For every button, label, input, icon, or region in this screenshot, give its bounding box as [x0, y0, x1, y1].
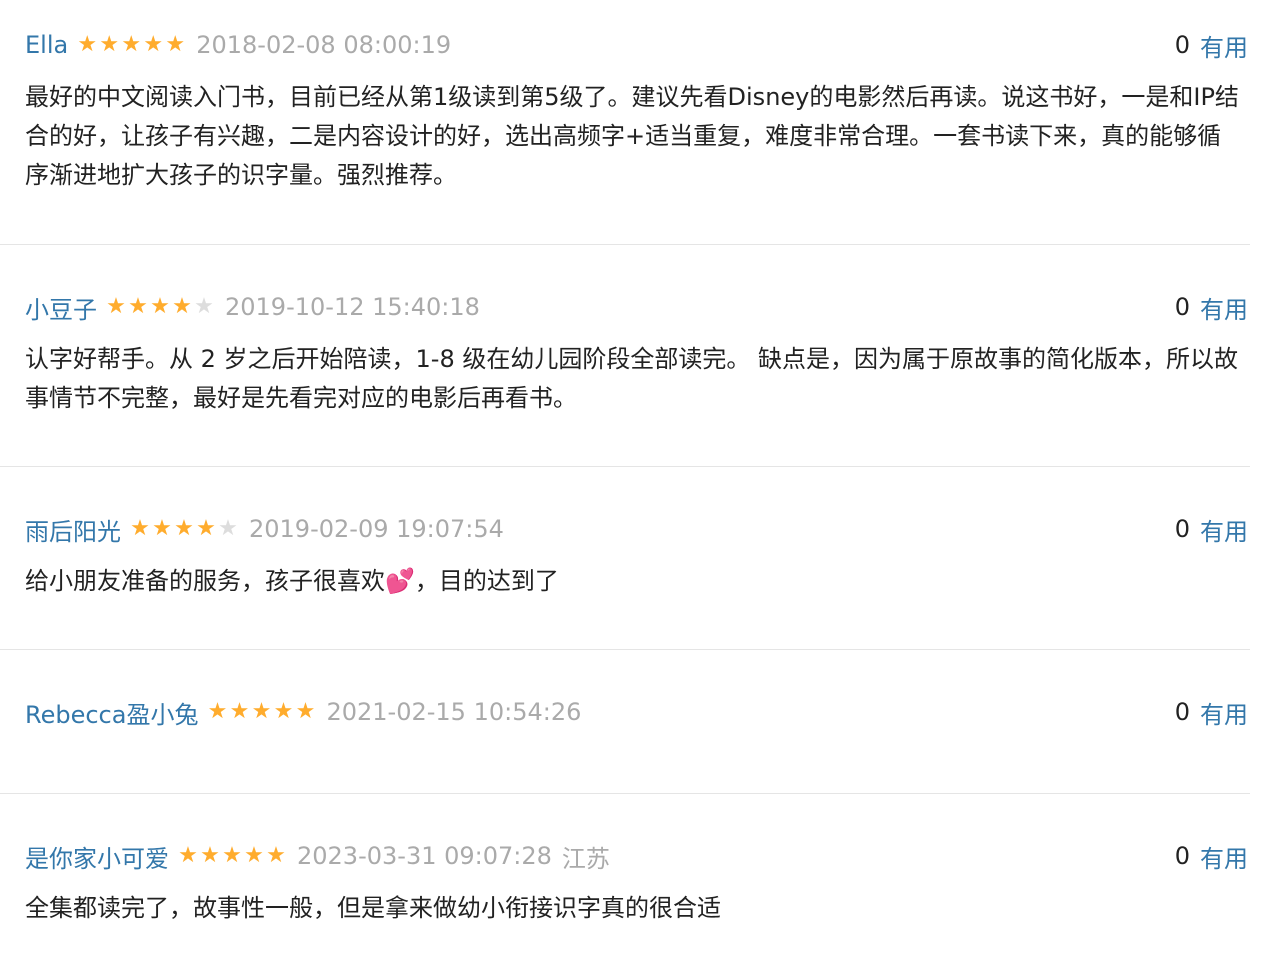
- star-icon: ★: [218, 516, 238, 541]
- review-time: 2019-10-12 15:40:18: [225, 293, 480, 321]
- reviewer-name-link[interactable]: Rebecca盈小兔: [25, 695, 198, 730]
- reviewer-name-link[interactable]: 是你家小可爱: [25, 839, 169, 874]
- useful-button[interactable]: 有用: [1200, 28, 1248, 63]
- star-icon: ★: [106, 294, 126, 319]
- star-icon: ★: [266, 843, 286, 868]
- star-icon: ★: [130, 516, 150, 541]
- useful-count: 0: [1174, 698, 1190, 726]
- review-time: 2019-02-09 19:07:54: [249, 515, 504, 543]
- rating-stars: ★ ★ ★ ★ ★: [177, 845, 287, 867]
- review-header: 小豆子 ★ ★ ★ ★ ★ 2019-10-12 15:40:18 0 有用: [25, 287, 1248, 327]
- star-icon: ★: [273, 699, 294, 724]
- review-time: 2018-02-08 08:00:19: [196, 31, 452, 59]
- useful-vote: 0 有用: [1175, 512, 1248, 547]
- rating-stars: ★ ★ ★ ★ ★: [76, 34, 186, 56]
- useful-vote: 0 有用: [1175, 28, 1248, 63]
- review-time: 2021-02-15 10:54:26: [326, 698, 582, 726]
- useful-button[interactable]: 有用: [1200, 695, 1248, 730]
- star-icon: ★: [200, 843, 220, 868]
- star-icon: ★: [152, 516, 172, 541]
- star-icon: ★: [143, 32, 164, 57]
- useful-button[interactable]: 有用: [1200, 512, 1248, 547]
- review-location: 江苏: [561, 844, 610, 873]
- star-icon: ★: [99, 32, 120, 57]
- star-icon: ★: [172, 294, 192, 319]
- review-header: Ella ★ ★ ★ ★ ★ 2018-02-08 08:00:19 0 有用: [25, 25, 1248, 65]
- review-header: 是你家小可爱 ★ ★ ★ ★ ★ 2023-03-31 09:07:28 江苏 …: [25, 836, 1248, 876]
- star-icon: ★: [295, 699, 316, 724]
- star-icon: ★: [222, 843, 242, 868]
- star-icon: ★: [244, 843, 264, 868]
- review-text: 全集都读完了，故事性一般，但是拿来做幼小衔接识字真的很合适: [25, 894, 721, 922]
- rating-stars: ★ ★ ★ ★ ★: [105, 296, 215, 318]
- reviewer-name-link[interactable]: 雨后阳光: [25, 512, 121, 547]
- review-text: 最好的中文阅读入门书，目前已经从第1级读到第5级了。建议先看Disney的电影然…: [25, 83, 1239, 189]
- useful-count: 0: [1174, 293, 1190, 321]
- review-item: 小豆子 ★ ★ ★ ★ ★ 2019-10-12 15:40:18 0 有用 认…: [0, 244, 1250, 467]
- reviewer-name-link[interactable]: Ella: [25, 31, 68, 59]
- review-item: 是你家小可爱 ★ ★ ★ ★ ★ 2023-03-31 09:07:28 江苏 …: [0, 793, 1250, 974]
- useful-vote: 0 有用: [1175, 695, 1248, 730]
- useful-vote: 0 有用: [1175, 839, 1248, 874]
- useful-count: 0: [1174, 515, 1190, 543]
- useful-button[interactable]: 有用: [1200, 839, 1248, 874]
- review-text-part: 给小朋友准备的服务，孩子很喜欢: [25, 567, 385, 595]
- useful-count: 0: [1174, 842, 1190, 870]
- review-item: 雨后阳光 ★ ★ ★ ★ ★ 2019-02-09 19:07:54 0 有用 …: [0, 466, 1250, 650]
- useful-button[interactable]: 有用: [1200, 290, 1248, 325]
- review-header: 雨后阳光 ★ ★ ★ ★ ★ 2019-02-09 19:07:54 0 有用: [25, 509, 1248, 549]
- star-icon: ★: [194, 294, 214, 319]
- rating-stars: ★ ★ ★ ★ ★: [129, 518, 239, 540]
- reviewer-name-link[interactable]: 小豆子: [25, 290, 97, 325]
- rating-stars: ★ ★ ★ ★ ★: [206, 701, 316, 723]
- star-icon: ★: [207, 699, 228, 724]
- star-icon: ★: [229, 699, 250, 724]
- star-icon: ★: [121, 32, 142, 57]
- review-item: Ella ★ ★ ★ ★ ★ 2018-02-08 08:00:19 0 有用 …: [0, 0, 1250, 245]
- review-time: 2023-03-31 09:07:28: [297, 842, 552, 870]
- star-icon: ★: [178, 843, 198, 868]
- review-item: Rebecca盈小兔 ★ ★ ★ ★ ★ 2021-02-15 10:54:26…: [0, 649, 1250, 794]
- review-text: 给小朋友准备的服务，孩子很喜欢💕，目的达到了: [25, 562, 1240, 601]
- useful-vote: 0 有用: [1175, 290, 1248, 325]
- review-text: 认字好帮手。从 2 岁之后开始陪读，1-8 级在幼儿园阶段全部读完。 缺点是，因…: [25, 345, 1238, 412]
- review-text-part: ，目的达到了: [414, 567, 559, 595]
- star-icon: ★: [174, 516, 194, 541]
- star-icon: ★: [251, 699, 272, 724]
- star-icon: ★: [150, 294, 170, 319]
- star-icon: ★: [77, 32, 98, 57]
- star-icon: ★: [196, 516, 216, 541]
- two-hearts-emoji: 💕: [385, 567, 415, 595]
- star-icon: ★: [128, 294, 148, 319]
- star-icon: ★: [165, 32, 186, 57]
- review-header: Rebecca盈小兔 ★ ★ ★ ★ ★ 2021-02-15 10:54:26…: [25, 692, 1248, 732]
- useful-count: 0: [1174, 31, 1190, 59]
